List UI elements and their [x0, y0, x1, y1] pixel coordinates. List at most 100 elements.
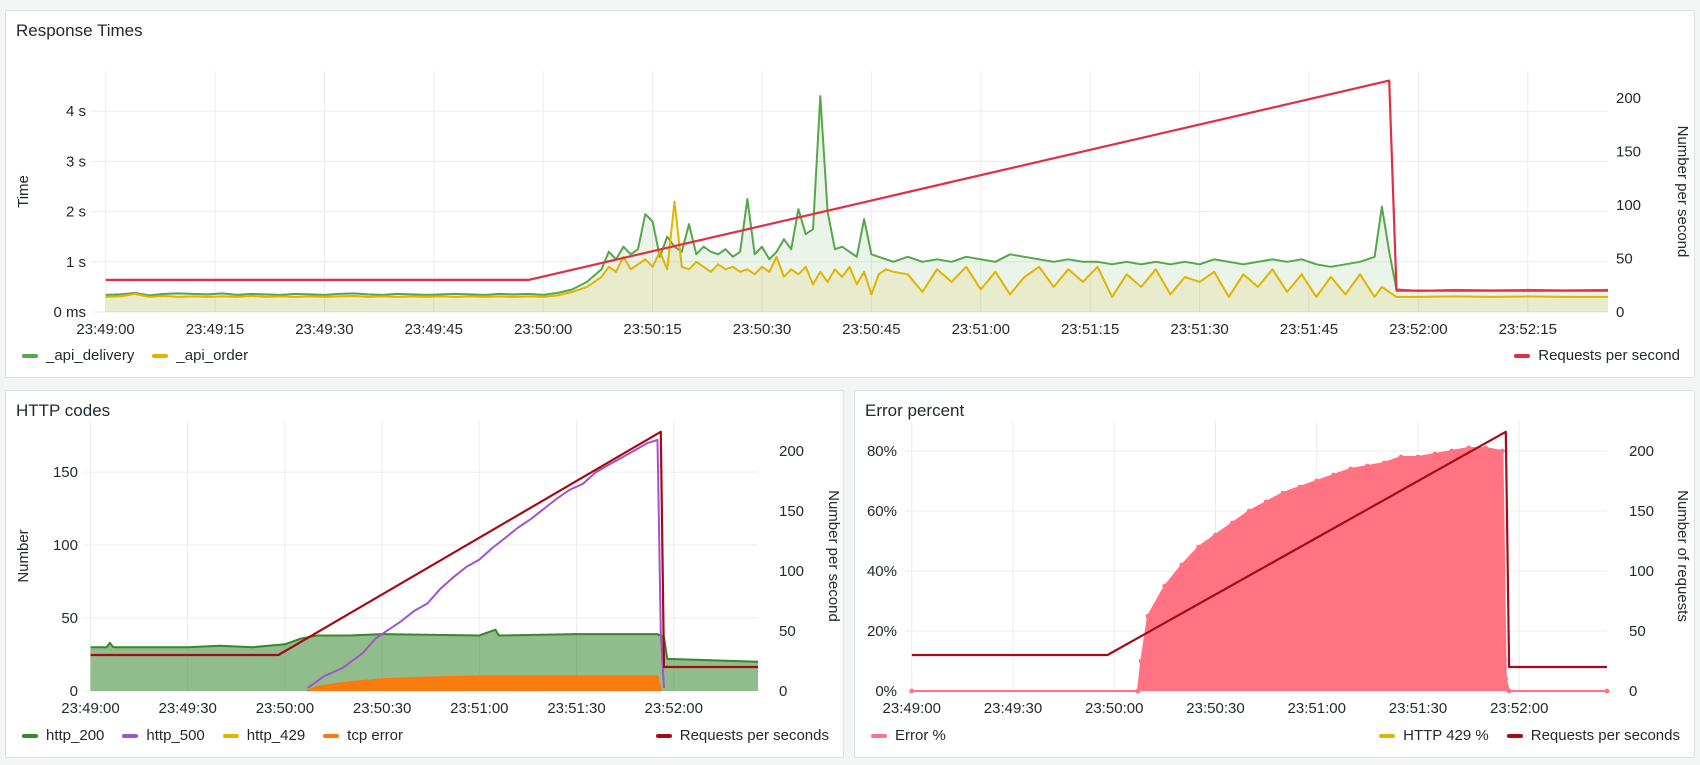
- data-point: [1246, 508, 1252, 514]
- data-point: [1415, 454, 1421, 460]
- y2-tick-label: 150: [1616, 143, 1641, 160]
- y2-axis-label: Number per second: [825, 490, 842, 622]
- response-times-chart: 0 ms 1 s 2 s 3 s 4 s 0 50 100 150 200 23:49:00 23:4…: [15, 71, 1691, 338]
- legend-item[interactable]: _api_order: [152, 347, 248, 364]
- y2-axis-label: Number per second: [1674, 126, 1691, 258]
- legend-item[interactable]: Error %: [871, 727, 946, 744]
- legend-label: Requests per second: [1538, 347, 1680, 364]
- y-tick-label: 50: [61, 610, 78, 627]
- x-tick-label: 23:49:30: [295, 321, 353, 338]
- y2-tick-label: 200: [779, 443, 804, 460]
- y-tick-label: 2 s: [66, 204, 86, 221]
- x-tick-label: 23:50:45: [842, 321, 900, 338]
- x-tick-label: 23:50:30: [353, 700, 411, 717]
- y-tick-label: 150: [53, 464, 78, 481]
- legend-swatch: [1379, 733, 1396, 738]
- legend-right: Requests per second: [1514, 347, 1680, 364]
- data-point: [1331, 472, 1337, 478]
- x-tick-label: 23:51:30: [1170, 321, 1228, 338]
- x-tick-label: 23:49:30: [984, 700, 1042, 717]
- y2-tick-label: 0: [1629, 683, 1637, 700]
- y2-tick-label: 100: [1616, 197, 1641, 214]
- legend-item[interactable]: _api_delivery: [22, 347, 134, 364]
- legend-left: Error %: [871, 727, 946, 744]
- legend-swatch: [22, 733, 38, 738]
- legend-swatch: [152, 353, 169, 358]
- legend-left: http_200 http_500 http_429 tcp error: [22, 727, 403, 744]
- data-point: [1229, 520, 1235, 526]
- x-tick-label: 23:52:15: [1499, 321, 1557, 338]
- data-point: [1179, 562, 1185, 568]
- legend-item[interactable]: Requests per seconds: [1506, 727, 1680, 744]
- x-tick-label: 23:51:00: [450, 700, 508, 717]
- x-tick-label: 23:52:00: [1389, 321, 1447, 338]
- legend-label: http_429: [246, 727, 306, 744]
- y2-tick-label: 50: [1629, 623, 1646, 640]
- data-point: [1466, 445, 1472, 451]
- legend-item[interactable]: http_200: [22, 727, 104, 744]
- data-point: [1398, 454, 1404, 460]
- data-point: [1280, 490, 1286, 496]
- response-times-panel: Response Times 0 ms 1 s2 s3 s4 s 0 50 100 150…: [5, 10, 1695, 378]
- y-tick-label: 40%: [867, 563, 897, 580]
- x-tick-label: 23:52:00: [645, 700, 703, 717]
- y2-tick-label: 50: [779, 623, 796, 640]
- legend-item[interactable]: HTTP 429 %: [1379, 727, 1489, 744]
- error-percent-panel: Error percent 0% 20% 40% 60% 80% 0 50 100 150 200…: [854, 390, 1695, 758]
- legend-item[interactable]: tcp error: [323, 727, 403, 744]
- x-tick-label: 23:49:00: [883, 700, 941, 717]
- error-percent-chart: 0% 20% 40% 60% 80% 0 50 100 150 200 23:49:00 23:49:…: [867, 421, 1691, 717]
- legend-swatch: [871, 733, 887, 738]
- http-codes-panel: HTTP codes 0 50 100 150 0 50 100 150 200 23:49:00…: [5, 390, 844, 758]
- x-tick-label: 23:49:00: [61, 700, 119, 717]
- y-tick-label: 60%: [867, 503, 897, 520]
- x-tick-label: 23:50:15: [623, 321, 681, 338]
- legend-swatch: [323, 733, 340, 738]
- y2-tick-label: 100: [779, 563, 804, 580]
- y-tick-label: 100: [53, 537, 78, 554]
- data-point: [1506, 688, 1512, 694]
- data-point: [1297, 484, 1303, 490]
- x-tick-label: 23:51:30: [1389, 700, 1447, 717]
- legend-item[interactable]: Requests per second: [1514, 347, 1680, 364]
- data-point: [1381, 460, 1387, 466]
- x-tick-label: 23:49:30: [158, 700, 216, 717]
- legend-right: Requests per seconds: [655, 727, 829, 744]
- legend-item[interactable]: Requests per seconds: [655, 727, 829, 744]
- y-tick-label: 0%: [875, 683, 897, 700]
- legend-swatch: [222, 733, 239, 738]
- x-tick-label: 23:52:00: [1490, 700, 1548, 717]
- legend-label: Requests per seconds: [679, 727, 829, 744]
- x-tick-label: 23:49:00: [76, 321, 134, 338]
- legend-right: HTTP 429 % Requests per seconds: [1379, 727, 1680, 744]
- legend-swatch: [22, 353, 38, 358]
- data-point: [1314, 478, 1320, 484]
- x-tick-label: 23:50:00: [1085, 700, 1143, 717]
- legend-label: http_200: [46, 727, 105, 744]
- x-tick-label: 23:50:30: [733, 321, 791, 338]
- data-point: [1432, 451, 1438, 457]
- x-tick-label: 23:49:45: [405, 321, 463, 338]
- data-point: [1503, 676, 1509, 682]
- legend-item[interactable]: http_429: [222, 727, 306, 744]
- y-tick-label: 20%: [867, 623, 897, 640]
- y-axis-label: Number: [15, 529, 32, 582]
- legend-label: Requests per seconds: [1530, 727, 1680, 744]
- data-point: [909, 688, 915, 694]
- legend-label: Error %: [895, 727, 946, 744]
- y2-tick-label: 0: [1616, 304, 1624, 321]
- legend-item[interactable]: http_500: [122, 727, 205, 744]
- x-tick-label: 23:50:30: [1186, 700, 1244, 717]
- data-point: [1196, 544, 1202, 550]
- y2-tick-label: 100: [1629, 563, 1654, 580]
- y-tick-label: 3 s: [66, 153, 86, 170]
- y-tick-label: 0: [70, 683, 78, 700]
- legend-label: _api_delivery: [46, 347, 135, 364]
- x-tick-label: 23:51:30: [547, 700, 605, 717]
- y2-axis-label: Number of requests: [1674, 490, 1691, 622]
- x-tick-label: 23:49:15: [186, 321, 244, 338]
- x-tick-label: 23:51:00: [1288, 700, 1346, 717]
- y2-tick-label: 150: [779, 503, 804, 520]
- legend-label: _api_order: [176, 347, 249, 364]
- y-tick-label: 80%: [867, 443, 897, 460]
